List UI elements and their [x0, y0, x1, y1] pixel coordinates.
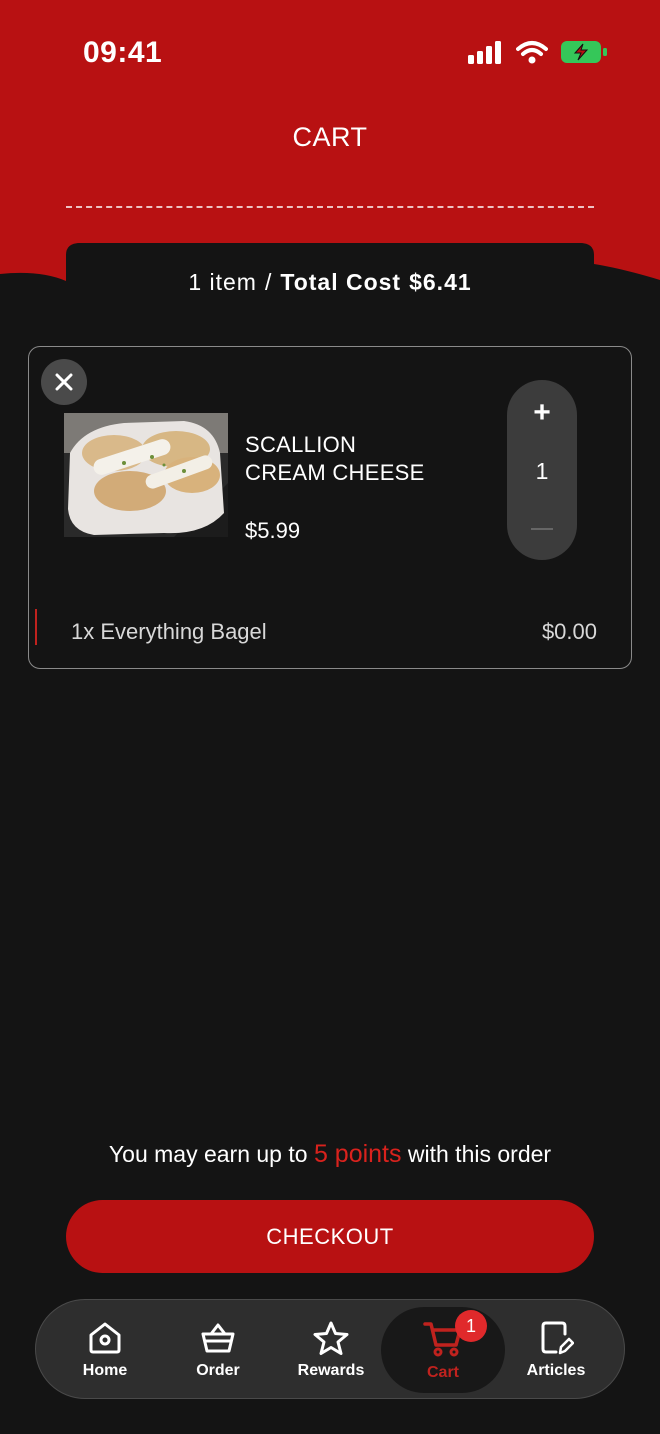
nav-item-home[interactable]: Home	[49, 1300, 161, 1400]
quantity-value: 1	[535, 458, 549, 484]
product-price: $5.99	[245, 518, 301, 543]
wifi-icon	[516, 41, 548, 64]
star-icon	[313, 1321, 349, 1355]
battery-charging-icon	[561, 41, 607, 63]
remove-item-button[interactable]	[41, 359, 87, 405]
signal-icon	[468, 41, 501, 64]
page-title: CART	[292, 122, 368, 152]
home-icon	[89, 1322, 121, 1354]
nav-label-rewards: Rewards	[297, 1362, 365, 1379]
edit-document-icon	[541, 1321, 574, 1355]
product-name-line2: CREAM CHEESE	[245, 460, 425, 485]
nav-item-order[interactable]: Order	[162, 1300, 274, 1400]
modifier-accent-bar	[35, 609, 37, 645]
nav-label-articles: Articles	[526, 1362, 586, 1379]
cart-summary: 1 item / Total Cost $6.41	[66, 243, 594, 323]
bottom-nav: Home Order Rewards Cart 1 Articles	[35, 1299, 625, 1399]
nav-item-cart[interactable]: Cart 1	[381, 1307, 505, 1393]
product-image	[64, 413, 228, 537]
cart-item-card: SCALLION CREAM CHEESE $5.99 + 1 1x Every…	[28, 346, 632, 669]
product-name: SCALLION CREAM CHEESE	[245, 431, 485, 487]
modifier-price: $0.00	[541, 619, 597, 644]
status-time: 09:41	[83, 36, 163, 69]
basket-icon	[201, 1323, 235, 1353]
quantity-stepper: + 1	[507, 380, 577, 560]
decrease-quantity-button[interactable]	[531, 528, 553, 530]
nav-label-home: Home	[82, 1362, 128, 1379]
status-icons	[468, 40, 608, 64]
nav-item-articles[interactable]: Articles	[500, 1300, 612, 1400]
points-value: 5 points	[313, 1140, 402, 1168]
checkout-button[interactable]: CHECKOUT	[66, 1200, 594, 1273]
total-cost-value: $6.41	[409, 269, 472, 295]
modifier-name: 1x Everything Bagel	[71, 619, 267, 644]
nav-label-order: Order	[196, 1362, 240, 1379]
points-suffix: with this order	[407, 1141, 552, 1167]
item-count: 1 item	[188, 269, 257, 295]
total-cost-label: Total Cost	[280, 269, 402, 295]
points-prefix: You may earn up to	[108, 1141, 308, 1167]
cart-count-badge: 1	[455, 1310, 487, 1342]
points-message: You may earn up to 5 points with this or…	[0, 1140, 660, 1169]
product-name-line1: SCALLION	[245, 432, 357, 457]
bagel-sandwich-image	[64, 413, 228, 537]
close-icon	[55, 373, 73, 391]
nav-label-cart: Cart	[426, 1364, 459, 1381]
increase-quantity-button[interactable]: +	[507, 396, 577, 430]
dashed-divider	[66, 206, 594, 208]
summary-separator: /	[264, 269, 273, 295]
nav-item-rewards[interactable]: Rewards	[275, 1300, 387, 1400]
